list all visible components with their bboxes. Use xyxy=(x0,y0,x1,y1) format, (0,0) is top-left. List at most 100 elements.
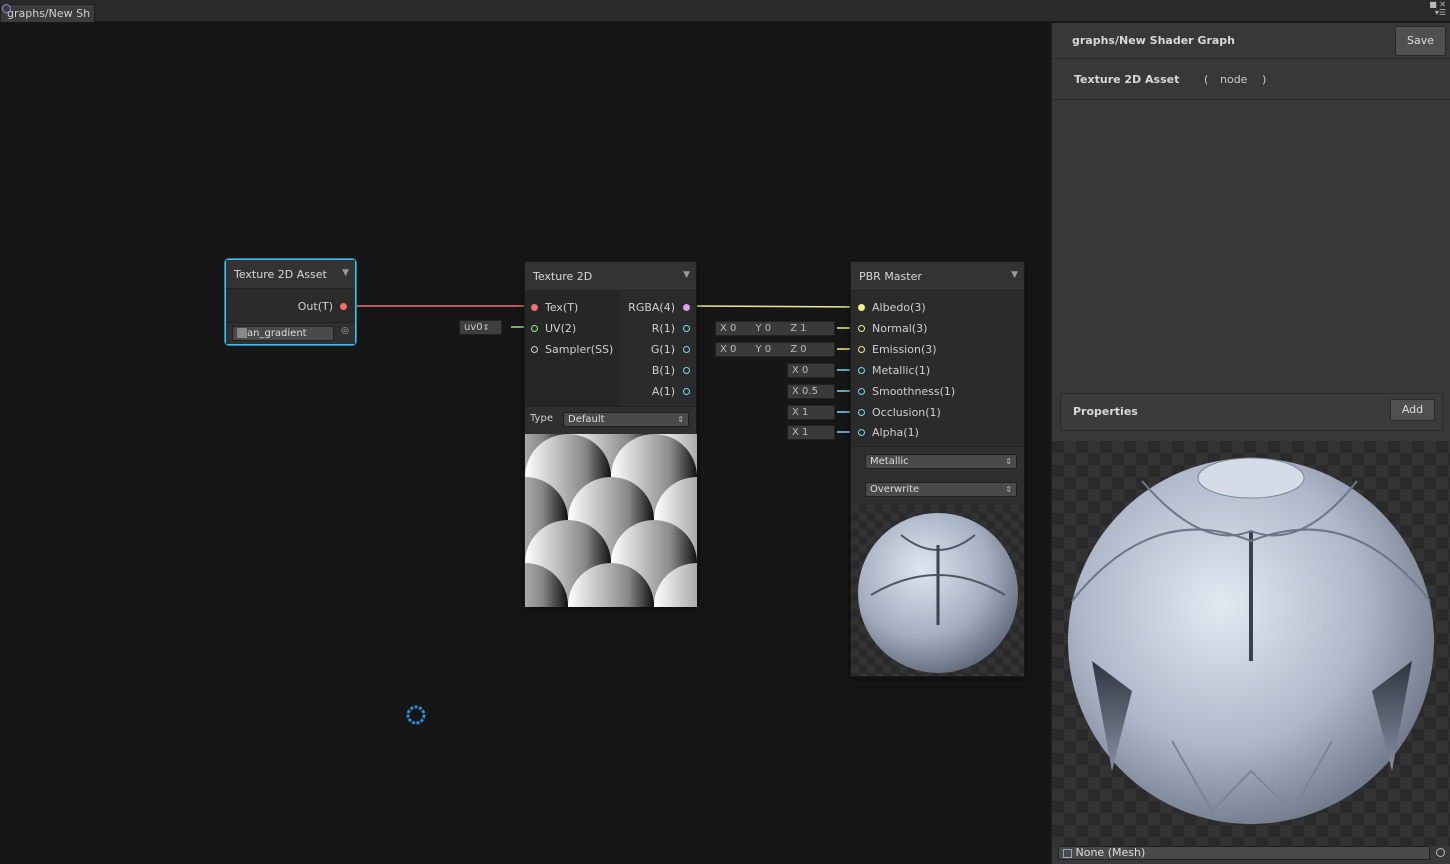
input-ports: Tex(T) UV(2) Sampler(SS) xyxy=(525,292,621,406)
node-title: Texture 2D Asset xyxy=(234,268,327,281)
type-label: Type xyxy=(530,413,553,424)
inspector-header: graphs/New Shader Graph Save xyxy=(1052,23,1450,59)
tex-input-label: Tex(T) xyxy=(545,301,579,314)
smoothness-default-field[interactable]: X 0.5 xyxy=(787,384,835,399)
selection-info: Texture 2D Asset ( node ) xyxy=(1052,60,1450,100)
type-value: Default xyxy=(568,414,605,425)
blend-dropdown[interactable]: Overwrite ⇕ xyxy=(865,482,1017,497)
normal-input-dot[interactable] xyxy=(858,325,865,332)
asset-field-row: an_gradient ◎ xyxy=(226,322,355,344)
albedo-input-label: Albedo(3) xyxy=(872,301,926,314)
tex-input-dot[interactable] xyxy=(531,304,538,311)
graph-title: graphs/New Shader Graph xyxy=(1072,34,1235,47)
uv-channel-field[interactable]: uv0⇕ xyxy=(459,320,502,335)
rgba-output-dot[interactable] xyxy=(683,304,690,311)
chevron-down-icon[interactable]: ▼ xyxy=(683,270,690,280)
r-output-label: R(1) xyxy=(651,322,675,335)
preview-sphere[interactable] xyxy=(1052,441,1450,846)
node-header[interactable]: Texture 2D Asset ▼ xyxy=(226,260,355,289)
node-header[interactable]: PBR Master ▼ xyxy=(851,262,1024,291)
texture-2d-asset-node[interactable]: Texture 2D Asset ▼ Out(T) an_gradient ◎ xyxy=(225,259,356,345)
a-output-dot[interactable] xyxy=(683,388,690,395)
occlusion-input-label: Occlusion(1) xyxy=(872,406,941,419)
out-port-dot[interactable] xyxy=(340,303,347,310)
occlusion-input-dot[interactable] xyxy=(858,409,865,416)
texture-2d-node[interactable]: Texture 2D ▼ Tex(T) UV(2) Sampler(SS) RG… xyxy=(524,261,697,607)
b-output-dot[interactable] xyxy=(683,367,690,374)
smoothness-input-label: Smoothness(1) xyxy=(872,385,956,398)
emission-y: Y 0 xyxy=(755,344,772,355)
albedo-input-dot[interactable] xyxy=(858,304,865,311)
properties-label: Properties xyxy=(1073,405,1138,418)
metallic-default-field[interactable]: X 0 xyxy=(787,363,835,378)
inspector-panel: graphs/New Shader Graph Save Texture 2D … xyxy=(1051,23,1450,864)
rgba-output-label: RGBA(4) xyxy=(628,301,675,314)
emission-z: Z 0 xyxy=(790,344,807,355)
editor-tab-bar: graphs/New Sh ■ ✕ ▾☰ xyxy=(0,0,1450,22)
occlusion-default-field[interactable]: X 1 xyxy=(787,405,835,420)
g-output-label: G(1) xyxy=(650,343,675,356)
window-tab-label: graphs/New Sh xyxy=(7,7,91,20)
alpha-input-dot[interactable] xyxy=(858,429,865,436)
sampler-input-dot[interactable] xyxy=(531,346,538,353)
node-header[interactable]: Texture 2D ▼ xyxy=(525,262,696,291)
type-row: Type Default ⇕ xyxy=(525,406,696,434)
emission-input-label: Emission(3) xyxy=(872,343,937,356)
alpha-default-field[interactable]: X 1 xyxy=(787,425,835,440)
texture-icon xyxy=(237,328,247,338)
preview-mesh-field[interactable]: None (Mesh) xyxy=(1058,846,1430,860)
scale-pattern xyxy=(525,434,697,607)
workflow-dropdown[interactable]: Metallic ⇕ xyxy=(865,454,1017,469)
out-port-label: Out(T) xyxy=(297,300,333,313)
uv-input-label: UV(2) xyxy=(545,322,577,335)
normal-x: X 0 xyxy=(720,323,737,334)
object-picker-icon[interactable] xyxy=(1436,848,1445,857)
texture-asset-value: an_gradient xyxy=(247,328,307,339)
normal-z: Z 1 xyxy=(790,323,807,334)
add-property-button[interactable]: Add xyxy=(1390,399,1435,421)
master-preview xyxy=(851,505,1024,676)
node-title: PBR Master xyxy=(859,270,922,283)
smoothness-value: X 0.5 xyxy=(792,386,818,397)
r-output-dot[interactable] xyxy=(683,325,690,332)
emission-default-fields[interactable]: X 0 Y 0 Z 0 xyxy=(715,342,835,357)
metallic-input-label: Metallic(1) xyxy=(872,364,931,377)
normal-y: Y 0 xyxy=(755,323,772,334)
metallic-value: X 0 xyxy=(792,365,809,376)
emission-input-dot[interactable] xyxy=(858,346,865,353)
window-controls: ■ ✕ ▾☰ xyxy=(1429,1,1446,17)
save-button[interactable]: Save xyxy=(1395,26,1446,56)
chevron-down-icon[interactable]: ▼ xyxy=(1011,270,1018,280)
b-output-label: B(1) xyxy=(651,364,675,377)
tab-status-icon xyxy=(2,4,11,13)
metallic-input-dot[interactable] xyxy=(858,367,865,374)
a-output-label: A(1) xyxy=(651,385,675,398)
blend-value: Overwrite xyxy=(870,484,920,495)
uv-channel-value: uv0 xyxy=(464,322,483,333)
uv-input-dot[interactable] xyxy=(531,325,538,332)
mesh-icon xyxy=(1063,848,1072,858)
node-title: Texture 2D xyxy=(533,270,593,283)
smoothness-input-dot[interactable] xyxy=(858,388,865,395)
node-type-label: node xyxy=(1220,73,1248,86)
type-dropdown[interactable]: Default ⇕ xyxy=(563,412,689,427)
texture-asset-field[interactable]: an_gradient xyxy=(232,326,334,341)
alpha-value: X 1 xyxy=(792,427,809,438)
dropdown-arrows-icon: ⇕ xyxy=(482,323,490,332)
window-tab[interactable]: graphs/New Sh xyxy=(0,4,96,22)
preview-panel[interactable] xyxy=(1052,441,1450,846)
window-menu-icon[interactable]: ▾☰ xyxy=(1429,9,1446,17)
close-paren: ) xyxy=(1262,73,1267,86)
normal-default-fields[interactable]: X 0 Y 0 Z 1 xyxy=(715,321,835,336)
workflow-value: Metallic xyxy=(870,456,909,467)
chevron-down-icon[interactable]: ▼ xyxy=(342,268,349,278)
dropdown-arrows-icon: ⇕ xyxy=(1005,457,1012,466)
dropdown-arrows-icon: ⇕ xyxy=(677,415,684,424)
settings-section: Metallic ⇕ Overwrite ⇕ xyxy=(851,446,1024,504)
pbr-master-node[interactable]: PBR Master ▼ Albedo(3) Normal(3) Emissio… xyxy=(850,261,1025,677)
g-output-dot[interactable] xyxy=(683,346,690,353)
properties-section: Properties Add xyxy=(1060,393,1443,431)
dropdown-arrows-icon: ⇕ xyxy=(1005,485,1012,494)
object-picker-icon[interactable]: ◎ xyxy=(341,326,349,336)
texture-preview xyxy=(525,434,697,607)
